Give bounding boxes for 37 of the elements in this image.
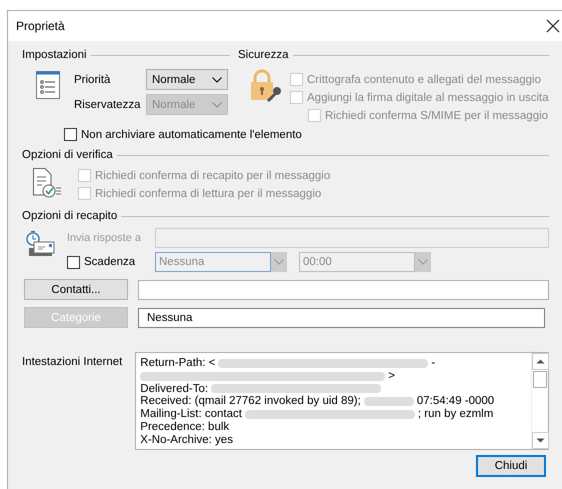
header-text: 07:54:49 -0000 <box>416 395 494 408</box>
document-check-icon <box>32 167 62 199</box>
window-title: Proprietà <box>16 19 65 33</box>
header-text: Precedence: bulk <box>140 420 230 434</box>
field-label: Riservatezza <box>74 98 142 110</box>
chevron-down-icon <box>274 259 284 265</box>
headers-text-area[interactable]: Return-Path: < - > Delivered-To: Received: (qmail 27762 invoked by uid 89); 07:54:49 -0000 Mailing-List: contact ; run by ezmlm Precedence: bulk X-No-Archive: yes <box>135 352 549 450</box>
header-text: Return-Path: < <box>140 357 216 370</box>
section-heading: Sicurezza <box>238 49 288 61</box>
header-text: - <box>431 357 436 370</box>
header-text: Mailing-List: contact <box>140 408 242 421</box>
header-text: X-No-Archive: yes <box>140 434 233 447</box>
chevron-down-icon <box>212 76 222 82</box>
checkbox-option[interactable]: Non archiviare automaticamente l'elemento <box>64 128 549 141</box>
field-label: Invia risposte a <box>67 232 142 244</box>
scroll-thumb[interactable] <box>533 371 547 388</box>
section-heading: Opzioni di verifica <box>22 149 113 161</box>
section-heading: Opzioni di recapito <box>22 210 118 222</box>
close-button[interactable]: Chiudi <box>476 455 546 477</box>
lock-key-icon <box>248 69 282 103</box>
redacted-mark <box>364 397 414 406</box>
contacts-button[interactable]: Contatti... <box>24 279 128 300</box>
list-icon <box>36 71 60 99</box>
header-text: Delivered-To: <box>140 382 208 396</box>
close-icon[interactable] <box>546 19 560 33</box>
header-text: ; run by ezmlm <box>418 408 494 421</box>
contacts-field[interactable] <box>138 280 549 300</box>
field-label: Priorità <box>74 74 112 86</box>
chevron-down-icon <box>418 259 428 265</box>
header-text: > <box>388 370 395 383</box>
scrollbar[interactable] <box>531 353 548 449</box>
header-text: Received: (qmail 27762 invoked by uid 89); <box>140 395 361 408</box>
dropdown[interactable]: Normale <box>146 69 228 90</box>
chevron-down-icon <box>212 102 222 108</box>
reply-to-field[interactable] <box>155 228 549 248</box>
section-heading: Impostazioni <box>22 49 87 61</box>
field-label: Intestazioni Internet <box>22 355 124 370</box>
